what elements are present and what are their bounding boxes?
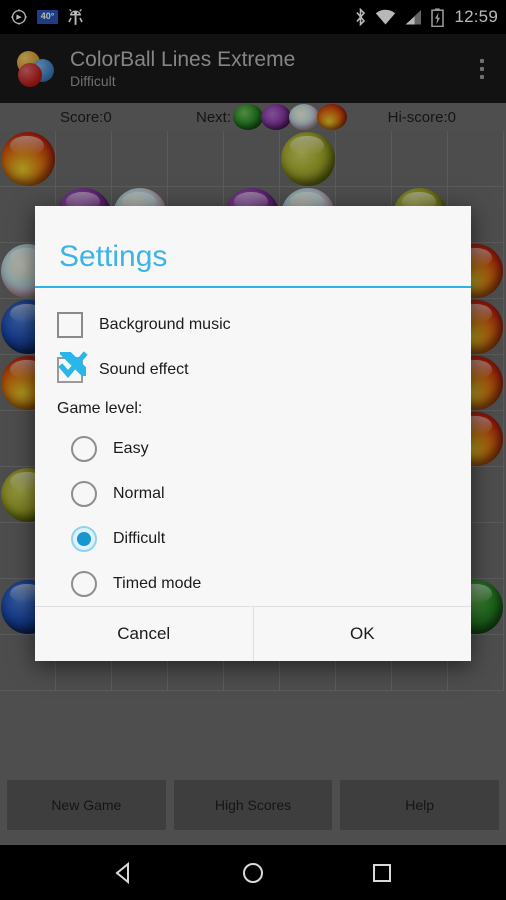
sound-effect-label: Sound effect xyxy=(99,360,189,378)
level-timed-mode-radio-label: Timed mode xyxy=(113,574,202,592)
recents-icon[interactable] xyxy=(369,860,395,886)
level-difficult-radio-row[interactable]: Difficult xyxy=(35,516,471,561)
level-normal-radio-row[interactable]: Normal xyxy=(35,471,471,516)
background-music-label: Background music xyxy=(99,315,231,333)
level-difficult-radio-label: Difficult xyxy=(113,529,166,547)
sound-effect-row[interactable]: Sound effect xyxy=(35,347,471,392)
background-music-checkbox[interactable] xyxy=(57,311,83,338)
ok-button[interactable]: OK xyxy=(252,607,471,661)
cancel-button[interactable]: Cancel xyxy=(35,607,253,661)
android-nav-bar xyxy=(0,845,506,900)
dialog-action-bar: Cancel OK xyxy=(35,606,471,661)
dialog-title: Settings xyxy=(59,240,168,273)
level-easy-radio[interactable] xyxy=(71,435,97,462)
level-easy-radio-row[interactable]: Easy xyxy=(35,426,471,471)
level-timed-mode-radio[interactable] xyxy=(71,570,97,597)
screen: 40° 12:59 ColorBall Lines Extreme Diffic… xyxy=(0,0,506,900)
game-level-radio-group: Easy Normal Difficult Timed mode xyxy=(35,426,471,606)
sound-effect-checkbox[interactable] xyxy=(57,351,88,383)
level-normal-radio[interactable] xyxy=(71,480,97,507)
level-difficult-radio[interactable] xyxy=(71,525,97,552)
background-music-row[interactable]: Background music xyxy=(35,302,471,347)
game-level-label: Game level: xyxy=(57,400,143,418)
home-icon[interactable] xyxy=(240,860,266,886)
back-icon[interactable] xyxy=(111,860,137,886)
dialog-body: Background music Sound effect Game level… xyxy=(35,288,471,606)
level-timed-mode-radio-row[interactable]: Timed mode xyxy=(35,561,471,606)
level-normal-radio-label: Normal xyxy=(113,484,165,502)
checkmark-icon xyxy=(58,351,88,378)
settings-dialog: Settings Background music Sound effect G… xyxy=(35,206,471,661)
level-easy-radio-label: Easy xyxy=(113,439,149,457)
